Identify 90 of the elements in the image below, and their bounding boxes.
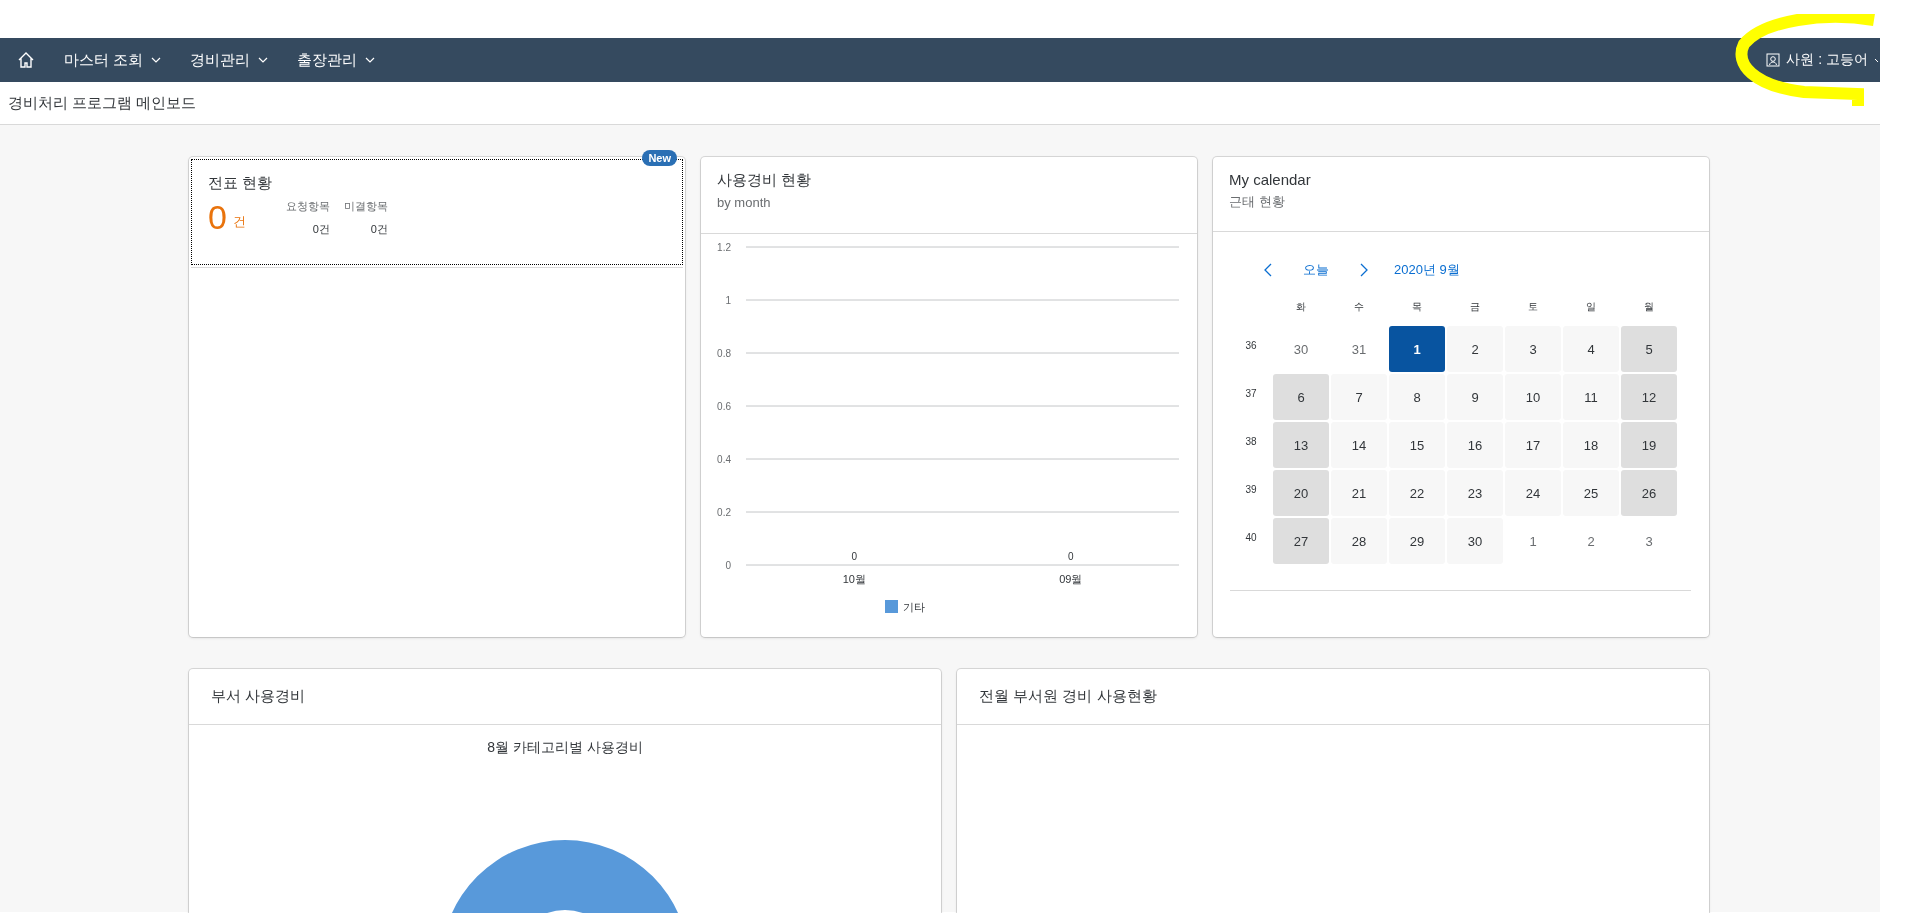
calendar-day[interactable]: 31 (1331, 326, 1387, 372)
card-subtitle: by month (717, 195, 772, 210)
card-subtitle: 근태 현황 (1229, 193, 1286, 211)
weekday-label: 월 (1643, 300, 1655, 314)
calendar-day[interactable]: 18 (1563, 422, 1619, 468)
calendar-day[interactable]: 29 (1389, 518, 1445, 564)
weekday-label: 목 (1411, 300, 1423, 314)
home-icon (17, 51, 35, 69)
total-count: 0 (208, 199, 227, 235)
chevron-down-icon (151, 57, 162, 63)
card-title: 전월 부서원 경비 사용현황 (979, 687, 1157, 706)
calendar-day[interactable]: 6 (1273, 374, 1329, 420)
calendar-day[interactable]: 13 (1273, 422, 1329, 468)
chevron-down-icon (365, 57, 376, 63)
nav-menu-item[interactable]: 경비관리 (190, 50, 269, 70)
chevron-down-icon (258, 57, 269, 63)
calendar-day[interactable]: 30 (1447, 518, 1503, 564)
card-title: 전표 현황 (208, 174, 274, 193)
calendar-day[interactable]: 14 (1331, 422, 1387, 468)
user-icon (1766, 53, 1781, 67)
week-number: 39 (1244, 483, 1258, 497)
stat-label: 요청항목 (285, 199, 330, 214)
calendar-day[interactable]: 2 (1563, 518, 1619, 564)
chart-title: 8월 카테고리별 사용경비 (486, 739, 644, 757)
today-button[interactable]: 오늘 (1303, 261, 1329, 279)
new-badge: New (642, 150, 677, 166)
nav-menu-item[interactable]: 출장관리 (297, 50, 376, 70)
calendar-day[interactable]: 5 (1621, 326, 1677, 372)
week-number: 38 (1244, 435, 1258, 449)
weekday-label: 화 (1295, 300, 1307, 314)
calendar-day[interactable]: 1 (1389, 326, 1445, 372)
stat-label: 미결항목 (343, 199, 388, 214)
nav-menu-item[interactable]: 마스터 조회 (64, 50, 162, 70)
weekday-label: 일 (1585, 300, 1597, 314)
calendar-day[interactable]: 25 (1563, 470, 1619, 516)
stat-value: 0건 (370, 222, 388, 237)
home-button[interactable] (17, 51, 35, 69)
week-number: 36 (1244, 339, 1258, 353)
stat-value: 0건 (312, 222, 330, 237)
calendar-day[interactable]: 4 (1563, 326, 1619, 372)
axis-tick-label: 1 (725, 294, 731, 306)
month-picker-button[interactable]: 2020년 9월 (1394, 261, 1460, 279)
category-label: 10월 (842, 573, 866, 585)
count-unit: 건 (232, 213, 246, 231)
calendar-day[interactable]: 23 (1447, 470, 1503, 516)
calendar-day[interactable]: 30 (1273, 326, 1329, 372)
axis-tick-label: 0.6 (717, 400, 731, 412)
page-title: 경비처리 프로그램 메인보드 (8, 93, 197, 113)
weekday-label: 수 (1353, 300, 1365, 314)
card-title: My calendar (1229, 171, 1312, 188)
week-number: 37 (1244, 387, 1258, 401)
category-label: 09월 (1059, 573, 1083, 585)
calendar-day[interactable]: 9 (1447, 374, 1503, 420)
calendar-day[interactable]: 3 (1505, 326, 1561, 372)
calendar-day[interactable]: 15 (1389, 422, 1445, 468)
calendar-day[interactable]: 20 (1273, 470, 1329, 516)
next-month-button[interactable] (1359, 263, 1369, 277)
calendar-day[interactable]: 2 (1447, 326, 1503, 372)
chevron-down-icon (1874, 57, 1880, 63)
calendar-day[interactable]: 28 (1331, 518, 1387, 564)
previous-month-button[interactable] (1263, 263, 1273, 277)
calendar-day[interactable]: 12 (1621, 374, 1677, 420)
weekday-label: 토 (1527, 300, 1539, 314)
axis-tick-label: 0.4 (717, 453, 731, 465)
calendar-day[interactable]: 24 (1505, 470, 1561, 516)
axis-tick-label: 0 (725, 559, 731, 571)
card-title: 사용경비 현황 (717, 171, 813, 190)
card-title: 부서 사용경비 (211, 687, 306, 706)
data-label: 0 (851, 551, 858, 562)
calendar-day[interactable]: 27 (1273, 518, 1329, 564)
calendar-day[interactable]: 11 (1563, 374, 1619, 420)
axis-tick-label: 0.2 (717, 506, 731, 518)
calendar-day[interactable]: 19 (1621, 422, 1677, 468)
calendar-day[interactable]: 17 (1505, 422, 1561, 468)
axis-tick-label: 1.2 (717, 241, 731, 253)
weekday-label: 금 (1469, 300, 1481, 314)
axis-tick-label: 0.8 (717, 347, 731, 359)
calendar-day[interactable]: 10 (1505, 374, 1561, 420)
calendar-day[interactable]: 22 (1389, 470, 1445, 516)
calendar-day[interactable]: 1 (1505, 518, 1561, 564)
calendar-day[interactable]: 21 (1331, 470, 1387, 516)
calendar-day[interactable]: 3 (1621, 518, 1677, 564)
legend-label: 기타 (903, 601, 925, 613)
data-label: 0 (1067, 551, 1074, 562)
calendar-day[interactable]: 8 (1389, 374, 1445, 420)
week-number: 40 (1244, 531, 1258, 545)
calendar-day[interactable]: 16 (1447, 422, 1503, 468)
user-menu-button[interactable]: 사원 : 고등어 (1766, 51, 1880, 69)
calendar-day[interactable]: 26 (1621, 470, 1677, 516)
calendar-day[interactable]: 7 (1331, 374, 1387, 420)
